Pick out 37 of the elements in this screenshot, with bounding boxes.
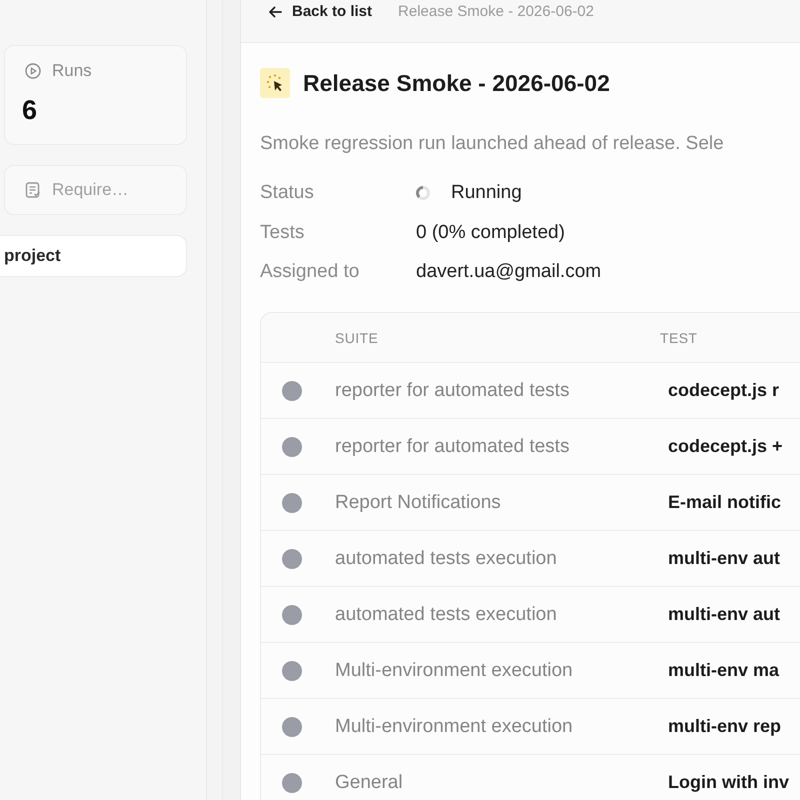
test-cell-text: codecept.js + [667, 436, 784, 457]
detail-value: 0 (0% completed) [416, 220, 565, 244]
spinner-icon [416, 186, 430, 200]
card-value: 6 [22, 95, 38, 125]
status-value: Running [451, 181, 522, 205]
column-header: SUITE [335, 330, 380, 346]
suite-cell-text: Report Notifications [335, 492, 502, 514]
test-cell-text: multi-env ma [667, 660, 780, 681]
run-description: Smoke regression run launched ahead of release. Sele [260, 132, 725, 156]
test-cell-text: multi-env aut [667, 548, 782, 569]
suite-cell-text: reporter for automated tests [335, 380, 570, 402]
detail-label: Tests [260, 220, 306, 244]
suite-cell-text: reporter for automated tests [335, 436, 570, 458]
document-check-icon [25, 182, 41, 198]
suite-cell-text: General [335, 772, 404, 794]
detail-label: Assigned to [260, 260, 360, 284]
detail-value: davert.ua@gmail.com [416, 260, 602, 284]
suite-cell-text: Multi-environment execution [335, 660, 574, 682]
suite-cell-text: automated tests execution [335, 604, 558, 626]
test-cell-text: E-mail notific [667, 492, 782, 513]
play-circle-icon [25, 63, 41, 79]
arrow-left-icon [268, 5, 282, 19]
column-header: TEST [660, 330, 698, 346]
run-title: Release Smoke - 2026-06-02 [303, 69, 610, 98]
test-cell-text: codecept.js r [667, 380, 780, 401]
test-cell-text: multi-env aut [667, 604, 782, 625]
project-item[interactable]: project [0, 235, 187, 277]
suite-cell-text: automated tests execution [335, 548, 558, 570]
runs-card[interactable]: Runs 6 [4, 45, 187, 145]
back-link[interactable]: Back to list [268, 2, 372, 22]
test-cell-text: multi-env rep [667, 716, 782, 737]
card-label: Runs [52, 60, 92, 82]
test-cell-text: Login with inv [667, 772, 790, 793]
breadcrumb-current: Release Smoke - 2026-06-02 [398, 2, 594, 22]
detail-label: Status [260, 181, 315, 205]
sparkle-cursor-icon [260, 68, 290, 98]
suite-cell-text: Multi-environment execution [335, 716, 574, 738]
